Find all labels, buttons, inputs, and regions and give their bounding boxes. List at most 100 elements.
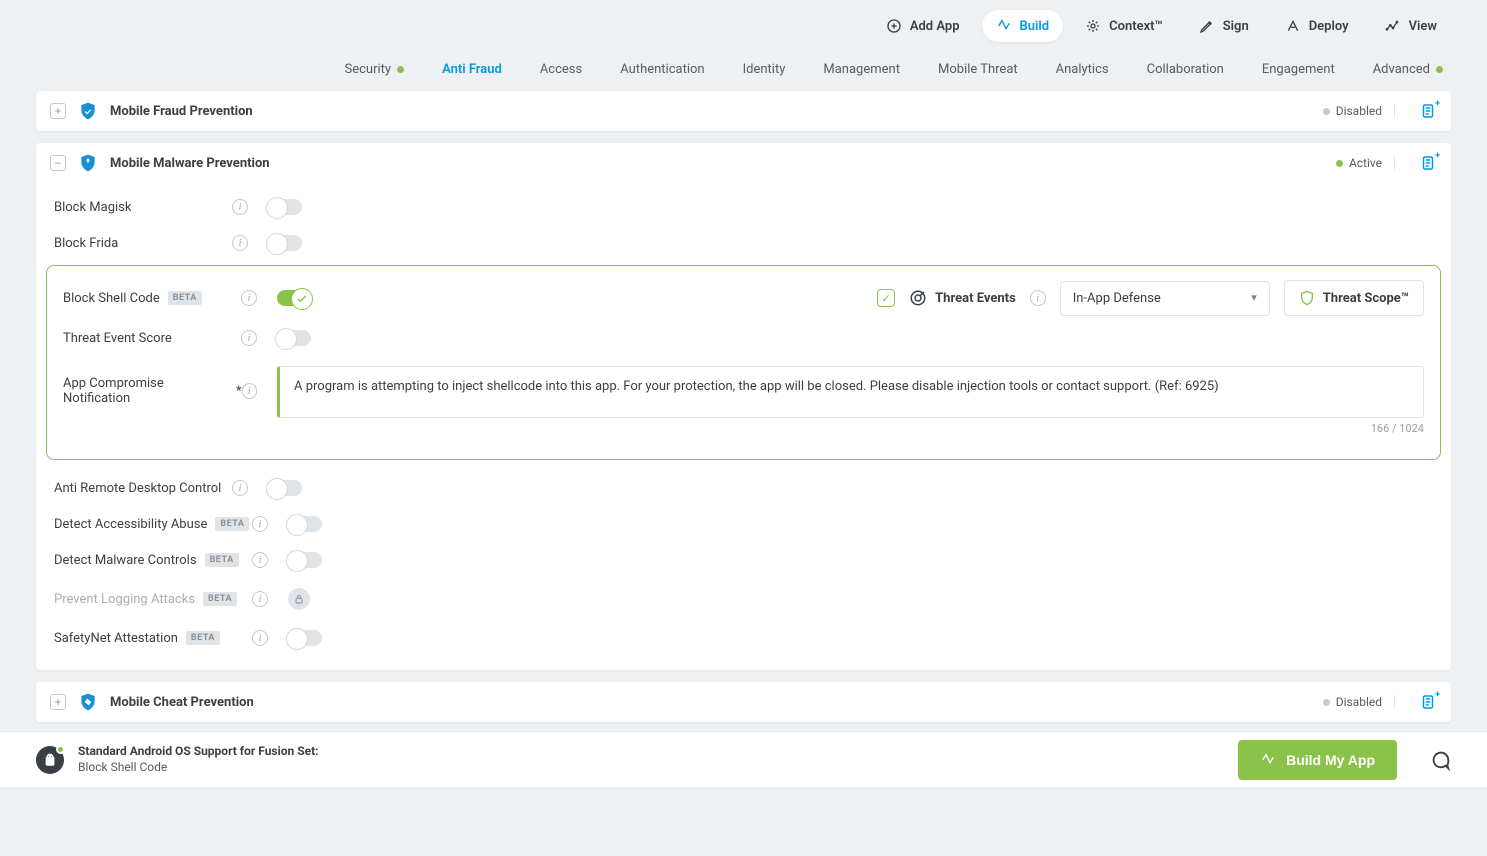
toggle-block-shell-code[interactable]	[277, 290, 311, 306]
info-icon[interactable]: i	[242, 383, 257, 399]
option-label: SafetyNet Attestation BETA	[54, 631, 220, 646]
footer-bar: Standard Android OS Support for Fusion S…	[0, 731, 1487, 787]
tab-advanced[interactable]: Advanced	[1373, 62, 1443, 77]
info-icon[interactable]: i	[241, 290, 257, 306]
info-icon[interactable]: i	[241, 330, 257, 346]
context-button[interactable]: Context™	[1071, 10, 1177, 42]
copy-config-button[interactable]: +	[1419, 693, 1437, 711]
option-label-text: App Compromise Notification	[63, 376, 226, 406]
status-dot-icon	[1336, 160, 1343, 167]
beta-badge: BETA	[205, 553, 239, 567]
toggle-safetynet-attestation[interactable]	[288, 630, 322, 646]
tab-engagement[interactable]: Engagement	[1262, 62, 1335, 77]
toggle-block-frida[interactable]	[268, 235, 302, 251]
option-block-frida: Block Frida i	[36, 225, 1451, 261]
option-label: Block Magisk	[54, 200, 214, 215]
info-icon[interactable]: i	[252, 591, 268, 607]
tab-analytics[interactable]: Analytics	[1056, 62, 1109, 77]
tab-collaboration[interactable]: Collaboration	[1147, 62, 1224, 77]
tab-security[interactable]: Security	[345, 62, 405, 77]
tab-anti-fraud-label: Anti Fraud	[442, 62, 502, 77]
tab-analytics-label: Analytics	[1056, 62, 1109, 77]
build-icon	[1260, 752, 1276, 768]
info-icon[interactable]: i	[252, 516, 268, 532]
status-dot-icon	[397, 66, 404, 73]
option-label: Threat Event Score	[63, 331, 223, 346]
expand-toggle[interactable]: +	[50, 103, 66, 119]
info-icon[interactable]: i	[232, 480, 248, 496]
option-label: Block Shell Code BETA	[63, 291, 223, 306]
panel-title: Mobile Malware Prevention	[110, 156, 270, 171]
view-button[interactable]: View	[1371, 10, 1451, 42]
shield-icon	[78, 101, 98, 121]
threat-scope-label: Threat Scope™	[1323, 291, 1409, 306]
tab-identity-label: Identity	[743, 62, 786, 77]
threat-events-checkbox[interactable]: ✓	[877, 289, 895, 307]
status-badge: Active	[1336, 156, 1395, 170]
chat-button[interactable]	[1429, 749, 1451, 771]
info-icon[interactable]: i	[1030, 290, 1046, 306]
option-prevent-logging-attacks: Prevent Logging Attacks BETA i	[36, 578, 1451, 620]
deploy-button[interactable]: Deploy	[1271, 10, 1363, 42]
toggle-threat-event-score[interactable]	[277, 330, 311, 346]
tab-access-label: Access	[540, 62, 582, 77]
tab-identity[interactable]: Identity	[743, 62, 786, 77]
view-icon	[1385, 18, 1401, 34]
beta-badge: BETA	[168, 291, 202, 305]
tab-access[interactable]: Access	[540, 62, 582, 77]
info-icon[interactable]: i	[232, 199, 248, 215]
panel-title: Mobile Cheat Prevention	[110, 695, 254, 710]
toggle-block-magisk[interactable]	[268, 199, 302, 215]
context-icon	[1085, 18, 1101, 34]
category-tabs: Security Anti Fraud Access Authenticatio…	[0, 48, 1487, 91]
info-icon[interactable]: i	[232, 235, 248, 251]
info-icon[interactable]: i	[252, 552, 268, 568]
notification-textarea[interactable]: A program is attempting to inject shellc…	[277, 366, 1424, 418]
status-text: Disabled	[1336, 695, 1382, 709]
defense-mode-select[interactable]: In-App Defense	[1060, 281, 1270, 316]
tab-collaboration-label: Collaboration	[1147, 62, 1224, 77]
info-icon[interactable]: i	[252, 630, 268, 646]
panel-mobile-fraud-prevention: + Mobile Fraud Prevention Disabled +	[36, 91, 1451, 131]
status-badge: Disabled	[1323, 695, 1395, 709]
option-threat-event-score: Threat Event Score i	[55, 320, 1432, 356]
status-dot-icon	[1323, 108, 1330, 115]
option-label: Anti Remote Desktop Control	[54, 481, 221, 496]
option-label-text: Detect Accessibility Abuse	[54, 517, 207, 532]
build-tab-button[interactable]: Build	[982, 10, 1064, 42]
deploy-label: Deploy	[1309, 19, 1349, 34]
copy-config-button[interactable]: +	[1419, 102, 1437, 120]
panel-mobile-malware-prevention: – Mobile Malware Prevention Active + Blo…	[36, 143, 1451, 670]
tab-management[interactable]: Management	[823, 62, 900, 77]
toggle-anti-remote-desktop[interactable]	[268, 480, 302, 496]
deploy-icon	[1285, 18, 1301, 34]
plus-circle-icon	[886, 18, 902, 34]
collapse-toggle[interactable]: –	[50, 155, 66, 171]
required-asterisk: *	[236, 384, 242, 399]
sign-icon	[1199, 18, 1215, 34]
add-app-button[interactable]: Add App	[872, 10, 974, 42]
defense-mode-value: In-App Defense	[1073, 291, 1161, 306]
tab-security-label: Security	[345, 62, 392, 77]
expand-toggle[interactable]: +	[50, 694, 66, 710]
option-label: Detect Accessibility Abuse BETA	[54, 517, 249, 532]
status-text: Disabled	[1336, 104, 1382, 118]
panel-mobile-cheat-prevention: + Mobile Cheat Prevention Disabled +	[36, 682, 1451, 722]
option-detect-accessibility-abuse: Detect Accessibility Abuse BETA i	[36, 506, 1451, 542]
build-icon	[996, 18, 1012, 34]
option-app-compromise-notification: App Compromise Notification * i A program…	[55, 356, 1432, 445]
tab-authentication[interactable]: Authentication	[620, 62, 704, 77]
sign-button[interactable]: Sign	[1185, 10, 1263, 42]
tab-mobile-threat[interactable]: Mobile Threat	[938, 62, 1018, 77]
tab-anti-fraud[interactable]: Anti Fraud	[442, 62, 502, 77]
build-label: Build	[1020, 19, 1050, 34]
build-my-app-button[interactable]: Build My App	[1238, 740, 1397, 780]
toggle-detect-accessibility-abuse[interactable]	[288, 516, 322, 532]
beta-badge: BETA	[203, 592, 237, 606]
toggle-detect-malware-controls[interactable]	[288, 552, 322, 568]
threat-scope-button[interactable]: Threat Scope™	[1284, 280, 1424, 316]
copy-config-button[interactable]: +	[1419, 154, 1437, 172]
option-label-text: SafetyNet Attestation	[54, 631, 178, 646]
beta-badge: BETA	[215, 517, 249, 531]
option-label: Prevent Logging Attacks BETA	[54, 592, 237, 607]
